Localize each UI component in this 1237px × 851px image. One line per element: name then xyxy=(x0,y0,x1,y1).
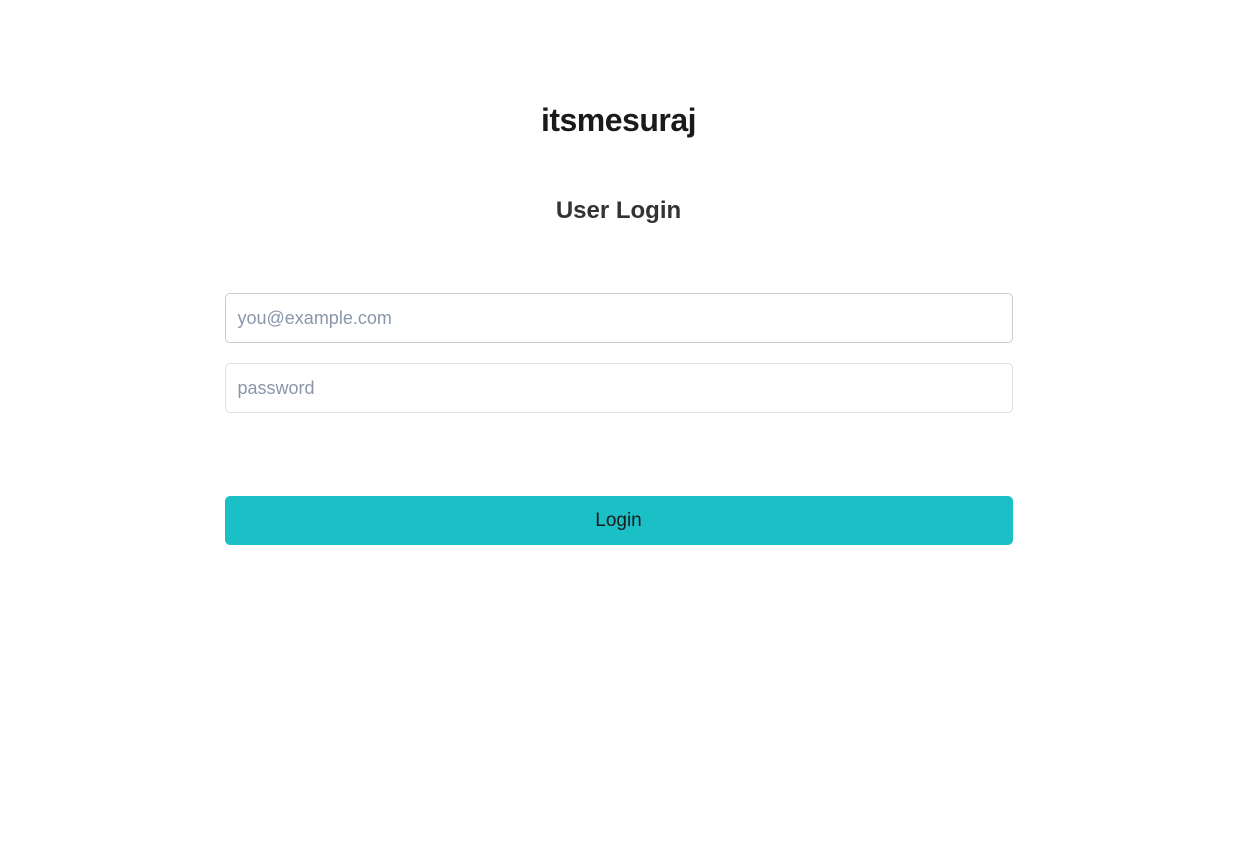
login-form: Login xyxy=(225,293,1013,545)
form-title: User Login xyxy=(556,197,681,225)
email-input[interactable] xyxy=(225,293,1013,343)
spacer xyxy=(225,343,1013,363)
brand-title: itsmesuraj xyxy=(541,102,696,139)
password-input[interactable] xyxy=(225,363,1013,413)
login-button[interactable]: Login xyxy=(225,496,1013,545)
login-page: itsmesuraj User Login Login xyxy=(0,0,1237,545)
